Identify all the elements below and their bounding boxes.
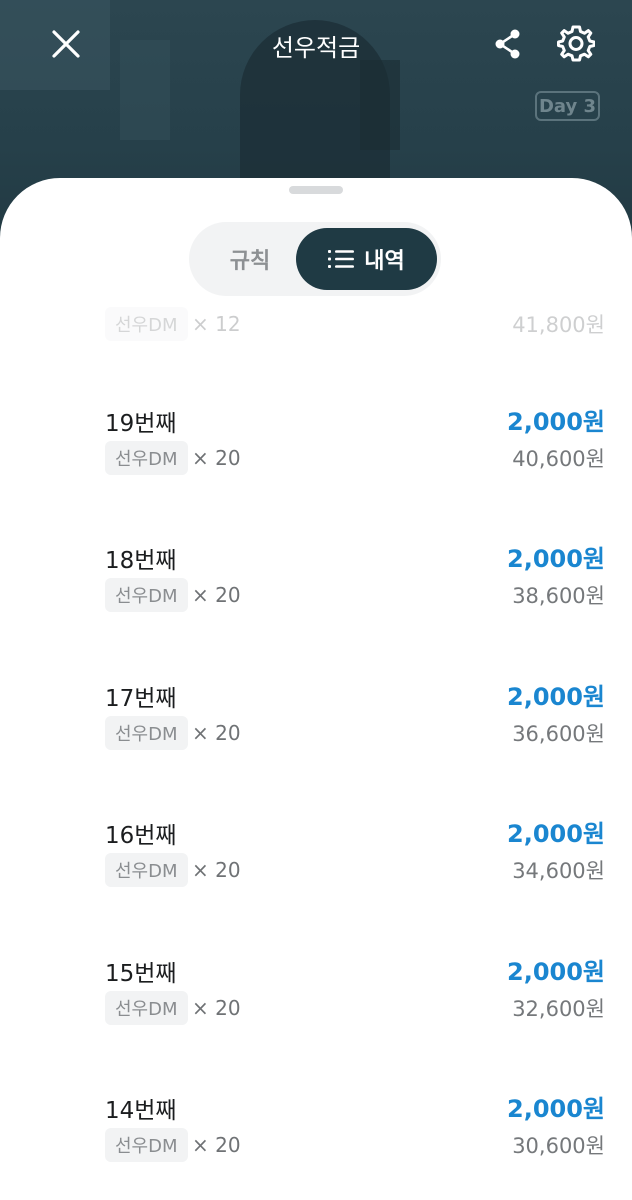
item-multiplier: × 20 — [192, 1133, 241, 1157]
item-amount: 2,000원 — [507, 958, 605, 986]
item-multiplier: × 20 — [192, 858, 241, 882]
item-total: 36,600원 — [512, 722, 605, 746]
tab-history[interactable]: 내역 — [296, 228, 437, 290]
sheet-drag-handle[interactable] — [289, 186, 343, 194]
item-tag: 선우DM — [105, 853, 188, 887]
item-total: 32,600원 — [512, 997, 605, 1021]
gear-icon — [557, 25, 595, 62]
tab-switcher: 규칙 내역 — [189, 222, 441, 296]
item-multiplier: × 20 — [192, 583, 241, 607]
top-bar: 선우적금 Day 3 — [0, 0, 632, 121]
day-badge: Day 3 — [535, 91, 600, 121]
list-icon — [328, 250, 355, 268]
item-title: 14번째 — [105, 1098, 177, 1124]
item-title: 15번째 — [105, 961, 177, 987]
item-amount: 2,000원 — [507, 545, 605, 573]
item-total: 40,600원 — [512, 447, 605, 471]
settings-button[interactable] — [553, 20, 599, 66]
item-amount: 2,000원 — [507, 1095, 605, 1123]
item-multiplier: × 20 — [192, 721, 241, 745]
item-title: 16번째 — [105, 823, 177, 849]
item-title: 17번째 — [105, 686, 177, 712]
item-tag: 선우DM — [105, 441, 188, 475]
item-tag: 선우DM — [105, 307, 188, 341]
item-total: 34,600원 — [512, 859, 605, 883]
item-amount: 2,000원 — [507, 408, 605, 436]
item-total: 30,600원 — [512, 1134, 605, 1158]
page-title: 선우적금 — [271, 34, 361, 62]
tab-rules-label: 규칙 — [229, 249, 271, 274]
item-amount: 2,000원 — [507, 683, 605, 711]
item-multiplier: × 20 — [192, 446, 241, 470]
share-icon — [495, 29, 520, 59]
tab-history-label: 내역 — [364, 249, 405, 274]
share-button[interactable] — [488, 22, 528, 66]
item-total: 38,600원 — [512, 584, 605, 608]
item-tag: 선우DM — [105, 1128, 188, 1162]
item-amount: 2,000원 — [507, 820, 605, 848]
item-multiplier: × 12 — [192, 312, 241, 336]
tab-rules[interactable]: 규칙 — [189, 222, 311, 296]
item-tag: 선우DM — [105, 716, 188, 750]
item-tag: 선우DM — [105, 578, 188, 612]
item-title: 18번째 — [105, 548, 177, 574]
item-total: 41,800원 — [512, 313, 605, 337]
item-title: 19번째 — [105, 411, 177, 437]
item-tag: 선우DM — [105, 991, 188, 1025]
item-multiplier: × 20 — [192, 996, 241, 1020]
